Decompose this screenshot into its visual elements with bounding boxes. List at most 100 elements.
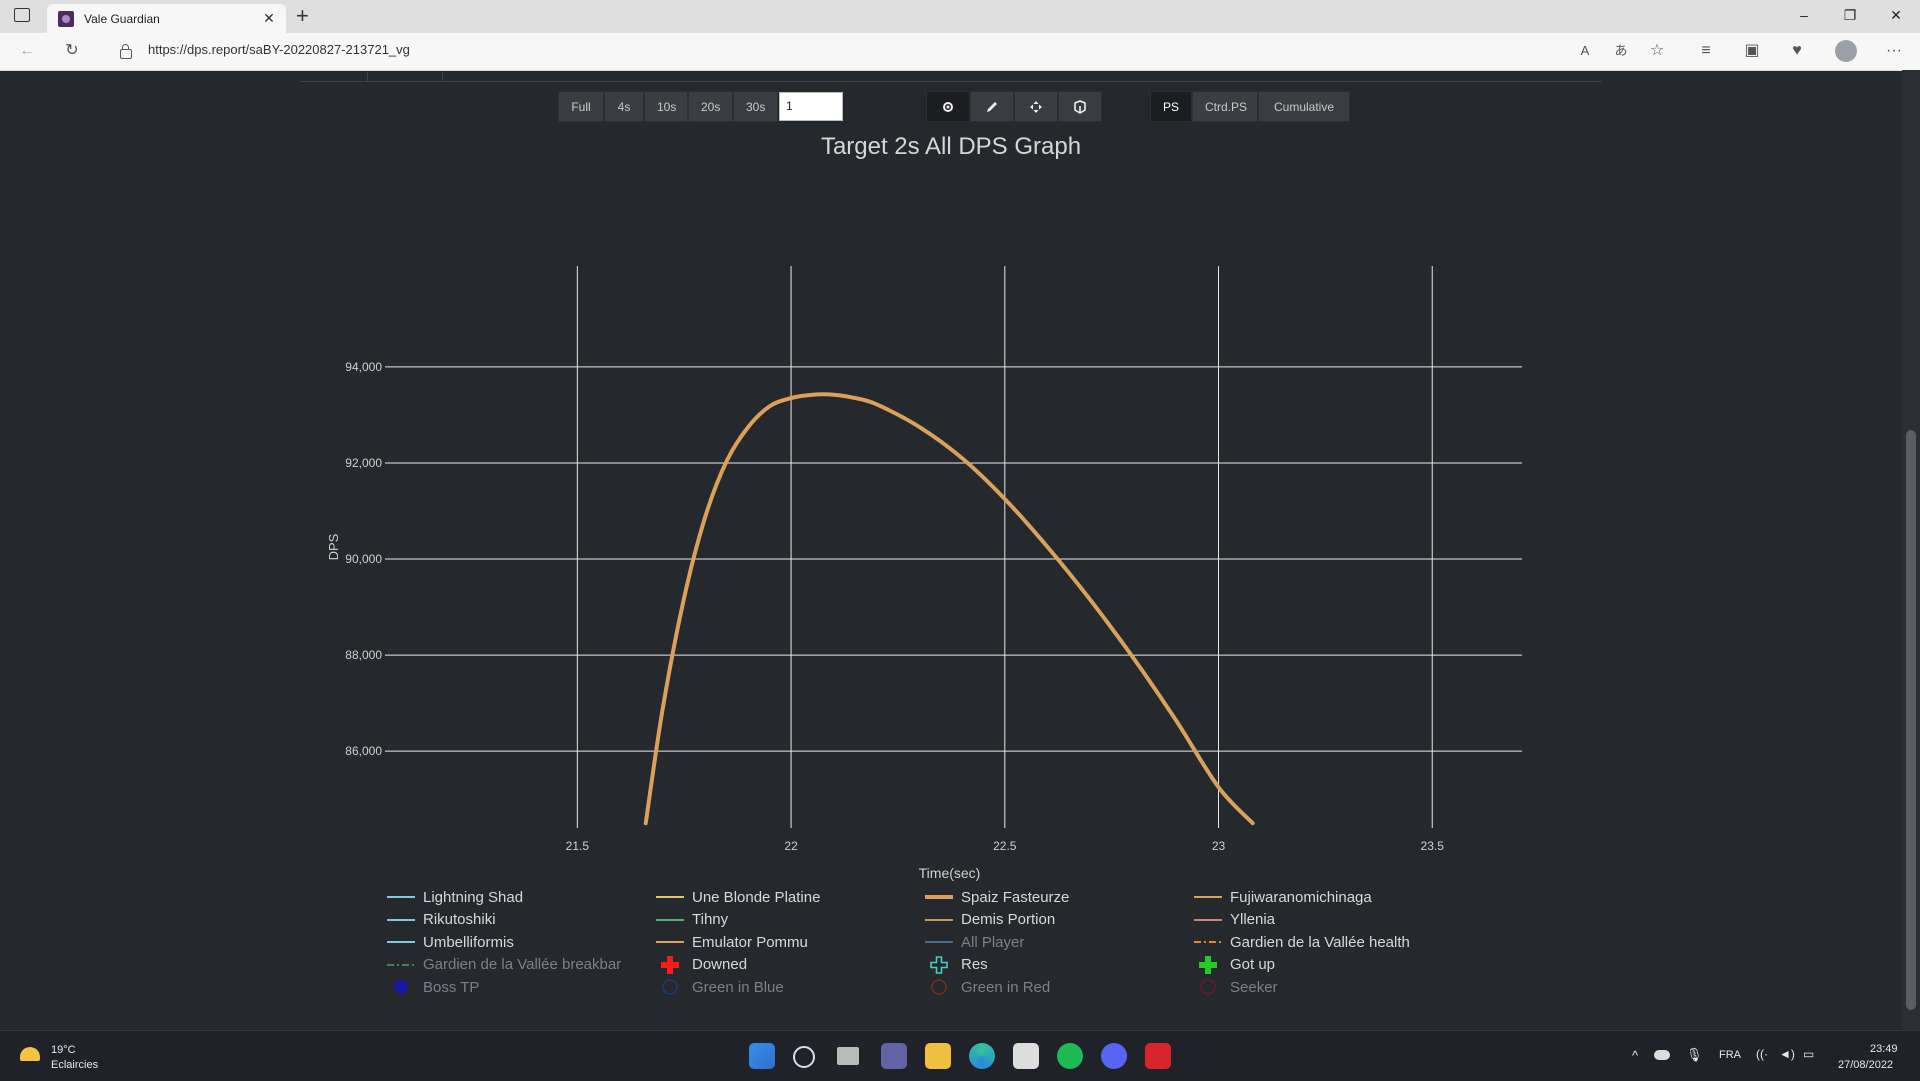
volume-icon[interactable]: ◄): [1779, 1047, 1795, 1061]
new-tab-icon[interactable]: +: [296, 3, 309, 29]
y-tick-label: 90,000: [345, 552, 382, 566]
browser-essentials-icon[interactable]: ♥: [1786, 40, 1808, 62]
wifi-icon[interactable]: ((·: [1756, 1047, 1768, 1061]
move-icon[interactable]: [1014, 91, 1058, 122]
teams-chat-icon[interactable]: [881, 1043, 907, 1069]
legend-swatch-icon: [387, 933, 415, 951]
legend-swatch-icon: [387, 911, 415, 929]
legend-item[interactable]: Got up: [1194, 955, 1275, 974]
range-full-button[interactable]: Full: [558, 91, 604, 122]
back-icon[interactable]: ←: [16, 40, 38, 62]
range-30s-button[interactable]: 30s: [733, 91, 778, 122]
legend-swatch-icon: [387, 978, 415, 996]
onedrive-icon[interactable]: [1654, 1050, 1670, 1060]
clock-date[interactable]: 27/08/2022: [1838, 1059, 1893, 1071]
address-bar[interactable]: https://dps.report/saBY-20220827-213721_…: [148, 42, 410, 57]
legend-item[interactable]: Spaiz Fasteurze: [925, 888, 1069, 906]
legend-item[interactable]: Res: [925, 955, 988, 974]
store-icon[interactable]: [1013, 1043, 1039, 1069]
favorites-icon[interactable]: ≡: [1695, 40, 1717, 62]
gw2-launcher-icon[interactable]: [1145, 1043, 1171, 1069]
legend-item[interactable]: Gardien de la Vallée health: [1194, 933, 1410, 951]
mode-ps-button[interactable]: PS: [1150, 91, 1192, 122]
legend-item[interactable]: Seeker: [1194, 978, 1278, 996]
legend-swatch-icon: [925, 978, 953, 996]
task-view-icon[interactable]: [837, 1047, 859, 1065]
legend-swatch-icon: [925, 933, 953, 951]
legend-item[interactable]: All Player: [925, 933, 1024, 951]
legend-swatch-icon: [1194, 978, 1222, 996]
legend-item[interactable]: Fujiwaranomichinaga: [1194, 888, 1372, 906]
minimize-icon[interactable]: –: [1781, 0, 1827, 33]
weather-icon[interactable]: [20, 1047, 40, 1061]
restore-icon[interactable]: ❐: [1827, 0, 1873, 33]
range-4s-button[interactable]: 4s: [604, 91, 644, 122]
reset-axes-icon[interactable]: [1058, 91, 1102, 122]
tab-actions-icon[interactable]: [14, 8, 30, 22]
translate-icon[interactable]: あ: [1610, 40, 1632, 62]
legend-item[interactable]: Demis Portion: [925, 911, 1055, 929]
legend-item[interactable]: Lightning Shad: [387, 888, 523, 906]
more-options-icon[interactable]: ···: [1883, 40, 1905, 62]
legend-item[interactable]: Une Blonde Platine: [656, 888, 820, 906]
legend-item[interactable]: Gardien de la Vallée breakbar: [387, 956, 621, 974]
edge-browser-icon[interactable]: [969, 1043, 995, 1069]
legend-item[interactable]: Emulator Pommu: [656, 933, 808, 951]
spotify-icon[interactable]: [1057, 1043, 1083, 1069]
legend-item[interactable]: Yllenia: [1194, 911, 1275, 929]
range-20s-button[interactable]: 20s: [688, 91, 733, 122]
mode-cumulative-button[interactable]: Cumulative: [1258, 91, 1350, 122]
legend-item[interactable]: Green in Blue: [656, 978, 784, 996]
legend-label: Gardien de la Vallée health: [1230, 933, 1410, 951]
scrollbar-thumb[interactable]: [1906, 430, 1916, 1010]
weather-description[interactable]: Eclaircies: [51, 1059, 98, 1071]
legend-swatch-icon: [656, 955, 684, 974]
search-icon[interactable]: [793, 1046, 815, 1068]
refresh-icon[interactable]: ↻: [61, 40, 83, 62]
window-close-icon[interactable]: ✕: [1873, 0, 1919, 33]
range-10s-button[interactable]: 10s: [644, 91, 688, 122]
graph-tools-group: [926, 91, 1102, 122]
legend-item[interactable]: Green in Red: [925, 978, 1050, 996]
legend-swatch-icon: [925, 955, 953, 974]
collections-icon[interactable]: ▣: [1741, 40, 1763, 62]
legend-swatch-icon: [656, 933, 684, 951]
language-indicator[interactable]: FRA: [1719, 1049, 1741, 1061]
clock-time[interactable]: 23:49: [1870, 1043, 1898, 1055]
legend-swatch-icon: [1194, 888, 1222, 906]
legend-swatch-icon: [925, 888, 953, 906]
legend-item[interactable]: Umbelliformis: [387, 933, 514, 951]
close-tab-icon[interactable]: ✕: [260, 10, 278, 27]
file-explorer-icon[interactable]: [925, 1043, 951, 1069]
start-icon[interactable]: [749, 1043, 775, 1069]
discord-icon[interactable]: [1101, 1043, 1127, 1069]
battery-icon[interactable]: ▭: [1803, 1047, 1814, 1061]
dps-mode-group: PS Ctrd.PS Cumulative: [1150, 91, 1350, 122]
add-favorite-icon[interactable]: ☆: [1646, 40, 1668, 62]
tab-strip-divider: [300, 81, 1602, 82]
legend-item[interactable]: Tihny: [656, 911, 728, 929]
page-scrollbar[interactable]: [1902, 70, 1920, 1030]
legend-swatch-icon: [656, 911, 684, 929]
legend-item[interactable]: Boss TP: [387, 978, 479, 996]
lock-icon[interactable]: [120, 44, 132, 59]
windows-taskbar: 19°C Eclaircies ^ 🎙 FRA ((· ◄) ▭ 23:49 2…: [0, 1030, 1920, 1081]
weather-temperature[interactable]: 19°C: [51, 1044, 76, 1056]
x-tick-label: 22: [784, 839, 798, 853]
legend-label: Lightning Shad: [423, 888, 524, 906]
legend-swatch-icon: [1194, 911, 1222, 929]
legend-item[interactable]: Rikutoshiki: [387, 911, 496, 929]
profile-avatar[interactable]: [1835, 40, 1857, 62]
read-aloud-icon[interactable]: A: [1574, 40, 1596, 62]
x-tick-label: 23.5: [1421, 839, 1445, 853]
settings-icon[interactable]: [926, 91, 970, 122]
smoothing-input[interactable]: 1: [779, 92, 843, 121]
show-hidden-icons[interactable]: ^: [1632, 1048, 1638, 1063]
legend-item[interactable]: Downed: [656, 955, 747, 974]
pencil-icon[interactable]: [970, 91, 1014, 122]
mode-ctrdps-button[interactable]: Ctrd.PS: [1192, 91, 1258, 122]
series-line-spaiz-fasteurze: [643, 392, 1255, 826]
legend-swatch-icon: [656, 978, 684, 996]
microphone-icon[interactable]: 🎙: [1686, 1047, 1703, 1063]
browser-tab[interactable]: Vale Guardian ✕: [47, 4, 286, 33]
